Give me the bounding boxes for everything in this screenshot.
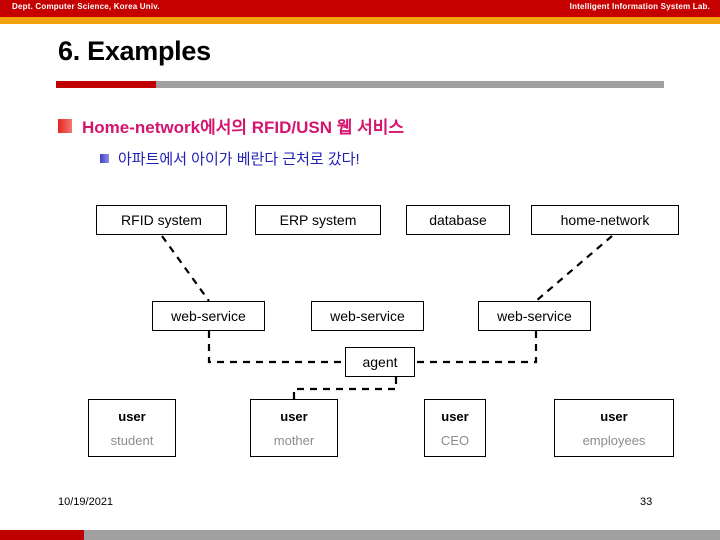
- system-node[interactable]: home-network: [531, 205, 679, 235]
- web-service-node[interactable]: web-service: [152, 301, 265, 331]
- connector-webservice1-to-agent: [207, 331, 345, 364]
- system-node[interactable]: database: [406, 205, 510, 235]
- user-node-role: mother: [273, 432, 315, 448]
- blue-square-bullet-icon: [100, 154, 109, 163]
- user-node-role: employees: [582, 432, 646, 448]
- connector-agent-to-user-mother: [292, 377, 398, 399]
- web-service-node[interactable]: web-service: [478, 301, 591, 331]
- bullet-level2-label: 아파트에서 아이가 베란다 근처로 갔다!: [118, 151, 360, 168]
- connector-rfid-to-webservice1: [161, 235, 210, 302]
- connector-webservice3-to-agent: [415, 331, 538, 364]
- bullet-level1: Home-network에서의 RFID/USN 웹 서비스: [58, 113, 404, 138]
- bullet-level2: 아파트에서 아이가 베란다 근처로 갔다!: [100, 148, 360, 169]
- user-node[interactable]: user CEO: [424, 399, 486, 457]
- footer-date: 10/19/2021: [58, 496, 114, 508]
- footer-divider-accent: [0, 530, 84, 540]
- header-lab-label: Intelligent Information System Lab.: [569, 2, 710, 11]
- bullet-level1-label: Home-network에서의 RFID/USN 웹 서비스: [82, 118, 404, 137]
- user-node-title: user: [441, 408, 469, 424]
- title-divider: [56, 81, 664, 88]
- header-department-label: Dept. Computer Science, Korea Univ.: [12, 2, 160, 11]
- web-service-node[interactable]: web-service: [311, 301, 424, 331]
- connector-homenetwork-to-webservice3: [535, 235, 613, 302]
- footer-divider: [0, 530, 720, 540]
- red-square-bullet-icon: [58, 118, 72, 133]
- agent-node[interactable]: agent: [345, 347, 415, 377]
- user-node-role: student: [110, 432, 154, 448]
- title-divider-accent: [56, 81, 156, 88]
- page-title: 6. Examples: [58, 36, 211, 66]
- user-node-role: CEO: [440, 432, 470, 448]
- header-accent-stripe: [0, 17, 720, 24]
- user-node[interactable]: user mother: [250, 399, 338, 457]
- user-node[interactable]: user student: [88, 399, 176, 457]
- system-node[interactable]: ERP system: [255, 205, 381, 235]
- slide-canvas: Dept. Computer Science, Korea Univ. Inte…: [0, 0, 720, 540]
- user-node-title: user: [118, 408, 146, 424]
- user-node[interactable]: user employees: [554, 399, 674, 457]
- system-node[interactable]: RFID system: [96, 205, 227, 235]
- user-node-title: user: [600, 408, 628, 424]
- user-node-title: user: [280, 408, 308, 424]
- footer-page-number: 33: [640, 496, 653, 508]
